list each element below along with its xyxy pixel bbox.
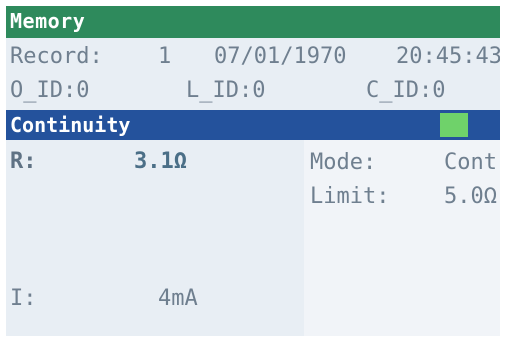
limit-value: 5.0Ω: [444, 184, 497, 209]
test-type-title: Continuity: [10, 113, 131, 137]
mode-label: Mode:: [310, 150, 377, 175]
resistance-label: R:: [10, 149, 37, 174]
test-type-bar: Continuity: [6, 110, 500, 140]
memory-title: Memory: [10, 9, 86, 33]
id-row: O_ID:0 L_ID:0 C_ID:0: [6, 78, 500, 108]
current-value: 4mA: [158, 286, 198, 311]
resistance-value: 3.1Ω: [134, 149, 187, 174]
mode-value: Cont: [444, 150, 497, 175]
record-number: 1: [158, 44, 172, 69]
device-screen: Memory Record: 1 07/01/1970 20:45:43 O_I…: [6, 6, 500, 336]
limit-label: Limit:: [310, 184, 390, 209]
record-label: Record:: [10, 44, 103, 69]
o-id-value: O_ID:0: [10, 78, 90, 103]
current-label: I:: [10, 286, 37, 311]
status-indicator: [440, 113, 468, 137]
record-row: Record: 1 07/01/1970 20:45:43: [6, 44, 500, 74]
c-id-value: C_ID:0: [366, 78, 446, 103]
record-time: 20:45:43: [396, 44, 500, 69]
record-date: 07/01/1970: [214, 44, 347, 69]
l-id-value: L_ID:0: [186, 78, 266, 103]
memory-header-bar: Memory: [6, 6, 500, 38]
